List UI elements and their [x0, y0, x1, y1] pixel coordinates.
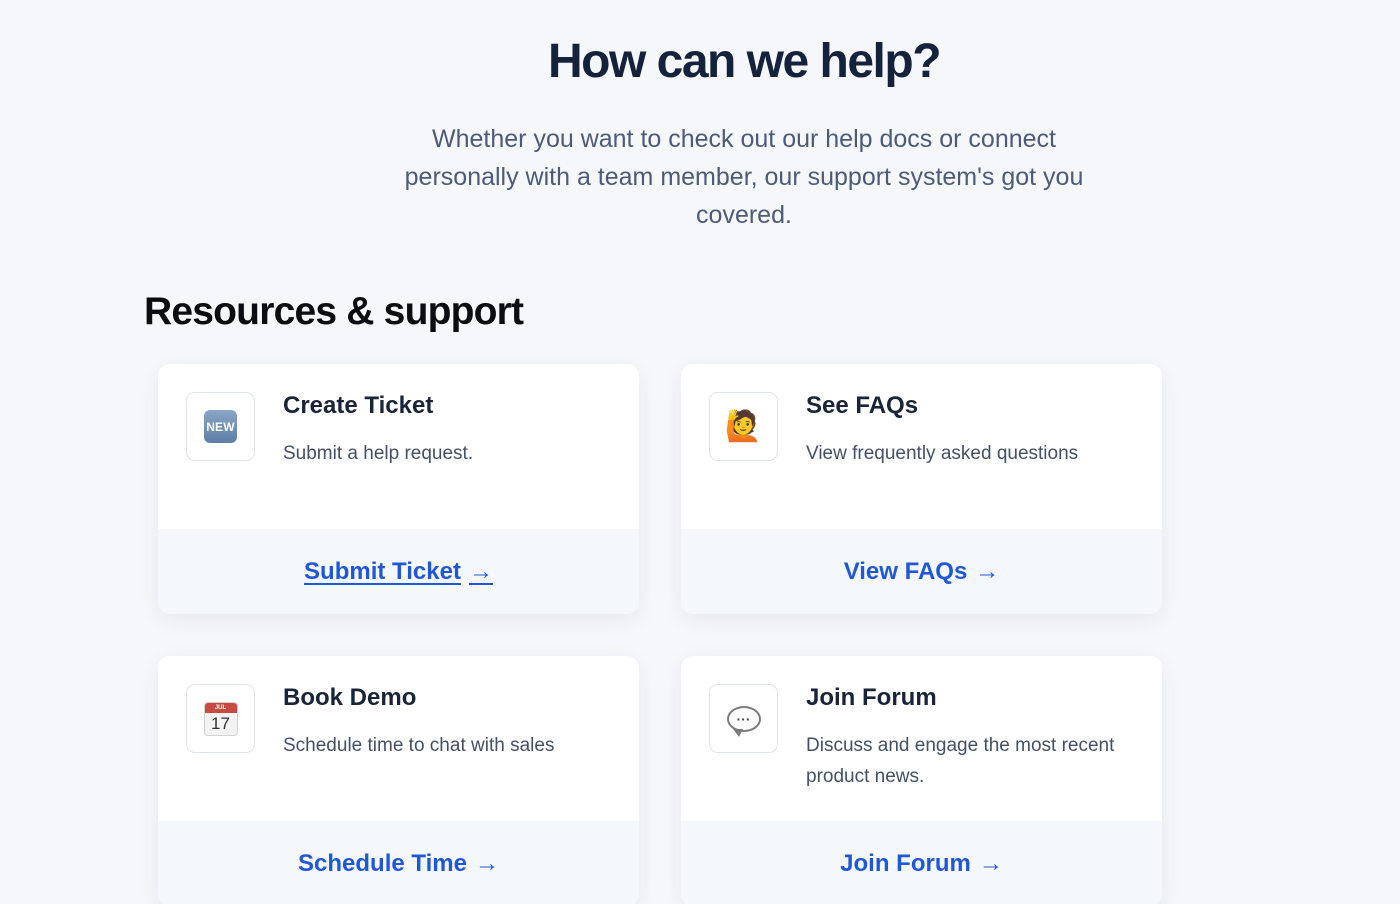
page-title: How can we help? — [547, 35, 942, 88]
section-title: Resources & support — [144, 290, 524, 333]
view-faqs-link[interactable]: View FAQs → — [844, 558, 1000, 586]
card-description: View frequently asked questions — [806, 443, 1079, 464]
new-badge-icon: NEW — [186, 392, 255, 461]
join-forum-card: ··· Join Forum Discuss and engage the mo… — [681, 656, 1162, 904]
card-description: Schedule time to chat with sales — [283, 735, 555, 756]
link-label: Join Forum — [840, 849, 971, 877]
card-title: Join Forum — [806, 684, 937, 711]
arrow-right-icon: → — [978, 849, 1003, 877]
card-description: Discuss and engage the most recent produ… — [806, 735, 1115, 787]
card-title: Book Demo — [283, 684, 417, 711]
link-label: View FAQs — [843, 557, 968, 585]
page-subtitle: Whether you want to check out our help d… — [404, 125, 1084, 229]
calendar-icon: JUL 17 — [186, 684, 255, 753]
see-faqs-card: 🙋 See FAQs View frequently asked questio… — [681, 364, 1162, 614]
create-ticket-card: NEW Create Ticket Submit a help request.… — [158, 364, 639, 614]
card-title: See FAQs — [806, 392, 919, 419]
join-forum-link[interactable]: Join Forum → — [840, 850, 1003, 878]
calendar-day: 17 — [211, 713, 230, 733]
arrow-right-icon: → — [474, 849, 499, 877]
support-page: How can we help? Whether you want to che… — [0, 0, 1400, 904]
person-raising-hand-icon: 🙋 — [709, 392, 778, 461]
link-label: Schedule Time — [298, 849, 467, 877]
book-demo-card: JUL 17 Book Demo Schedule time to chat w… — [158, 656, 639, 904]
new-badge-text: NEW — [204, 410, 237, 443]
link-label: Submit Ticket — [304, 557, 461, 585]
arrow-right-icon: → — [468, 557, 493, 585]
calendar-month: JUL — [204, 702, 237, 713]
card-description: Submit a help request. — [283, 443, 474, 464]
arrow-right-icon: → — [975, 557, 1000, 585]
bubble-dots: ··· — [726, 705, 761, 737]
submit-ticket-link[interactable]: Submit Ticket → — [304, 558, 493, 586]
schedule-time-link[interactable]: Schedule Time → — [298, 850, 499, 878]
card-title: Create Ticket — [283, 392, 434, 419]
person-glyph: 🙋 — [724, 409, 763, 443]
speech-bubble-icon: ··· — [709, 684, 778, 753]
